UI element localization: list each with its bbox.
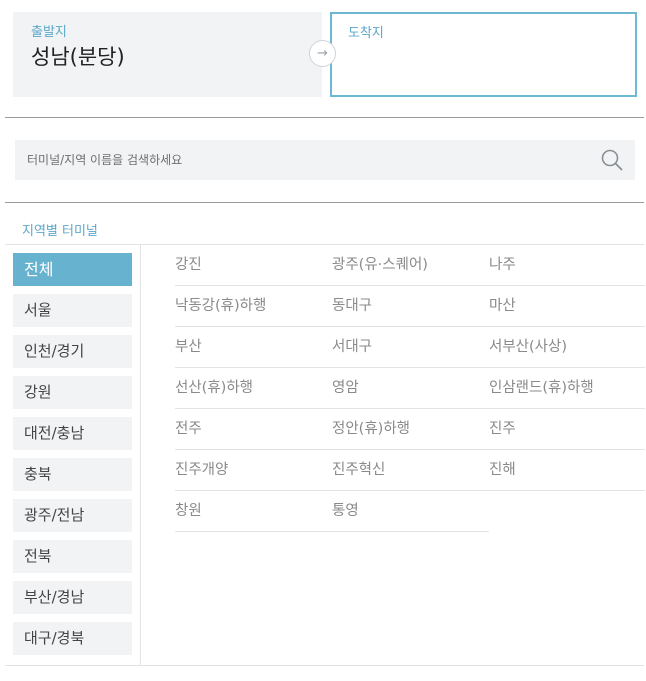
terminal-item[interactable]: 마산 <box>489 286 645 327</box>
terminal-item[interactable]: 광주(유·스퀘어) <box>332 245 489 286</box>
region-tab[interactable]: 전북 <box>13 540 132 573</box>
terminal-item[interactable]: 진주혁신 <box>332 450 489 491</box>
divider <box>5 117 644 118</box>
terminal-item[interactable]: 서부산(사상) <box>489 327 645 368</box>
region-tab[interactable]: 부산/경남 <box>13 581 132 614</box>
terminal-item[interactable]: 진주 <box>489 409 645 450</box>
region-tab[interactable]: 충북 <box>13 458 132 491</box>
arrival-box[interactable]: 도착지 <box>330 12 637 97</box>
swap-button[interactable]: → <box>309 40 336 67</box>
terminal-item[interactable]: 서대구 <box>332 327 489 368</box>
section-title: 지역별 터미널 <box>22 224 98 239</box>
search-bar <box>15 140 635 180</box>
bottom-divider <box>5 665 644 666</box>
route-selector: 출발지 성남(분당) 도착지 → <box>13 12 637 97</box>
terminal-item[interactable]: 부산 <box>175 327 332 368</box>
divider <box>5 202 644 203</box>
arrow-right-icon: → <box>317 46 328 61</box>
region-list: 전체서울인천/경기강원대전/충남충북광주/전남전북부산/경남대구/경북 <box>13 253 132 663</box>
region-divider <box>140 245 141 666</box>
search-input[interactable] <box>15 140 585 180</box>
departure-label: 출발지 <box>31 25 67 40</box>
terminal-item[interactable]: 통영 <box>332 491 489 532</box>
region-tab[interactable]: 광주/전남 <box>13 499 132 532</box>
departure-box[interactable]: 출발지 성남(분당) <box>13 12 322 97</box>
terminal-item[interactable]: 영암 <box>332 368 489 409</box>
terminal-item[interactable]: 진해 <box>489 450 645 491</box>
terminal-item[interactable]: 전주 <box>175 409 332 450</box>
terminal-item[interactable]: 선산(휴)하행 <box>175 368 332 409</box>
region-tab[interactable]: 대구/경북 <box>13 622 132 655</box>
search-icon[interactable] <box>601 149 623 171</box>
terminal-item[interactable]: 강진 <box>175 245 332 286</box>
terminal-item[interactable]: 나주 <box>489 245 645 286</box>
terminal-item[interactable]: 인삼랜드(휴)하행 <box>489 368 645 409</box>
arrival-label: 도착지 <box>348 26 384 41</box>
terminal-item[interactable]: 정안(휴)하행 <box>332 409 489 450</box>
region-tab[interactable]: 서울 <box>13 294 132 327</box>
terminal-item[interactable]: 동대구 <box>332 286 489 327</box>
terminal-item[interactable]: 창원 <box>175 491 332 532</box>
departure-value: 성남(분당) <box>31 45 125 69</box>
terminal-item[interactable]: 낙동강(휴)하행 <box>175 286 332 327</box>
region-tab[interactable]: 대전/충남 <box>13 417 132 450</box>
terminal-item[interactable]: 진주개양 <box>175 450 332 491</box>
region-tab[interactable]: 인천/경기 <box>13 335 132 368</box>
region-tab[interactable]: 전체 <box>13 253 132 286</box>
region-tab[interactable]: 강원 <box>13 376 132 409</box>
